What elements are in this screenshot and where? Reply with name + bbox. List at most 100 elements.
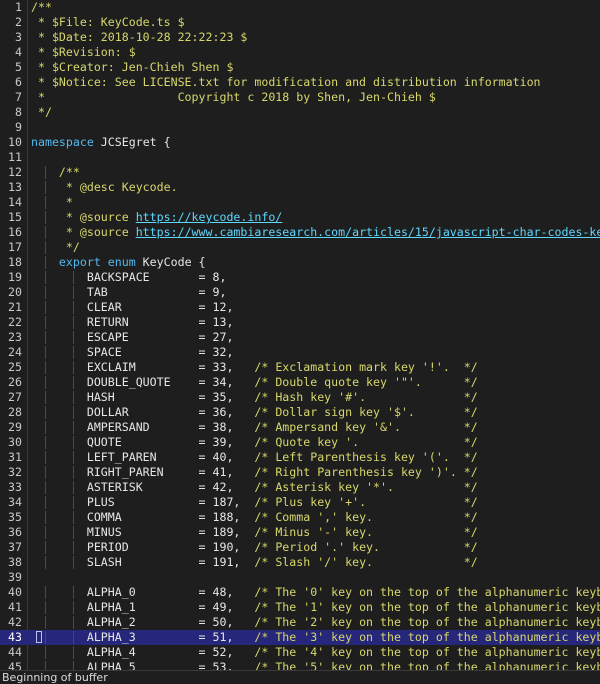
code-line[interactable]: 5 * $Creator: Jen-Chieh Shen $ bbox=[0, 60, 600, 75]
line-number: 14 bbox=[8, 195, 22, 209]
code-line[interactable]: 38 SLASH = 191, /* Slash '/' key. */ bbox=[0, 555, 600, 570]
code-line[interactable]: 23 ESCAPE = 27, bbox=[0, 330, 600, 345]
code-text: * $Revision: $ bbox=[31, 45, 136, 60]
code-comment: /* Exclamation mark key '!'. */ bbox=[254, 360, 478, 374]
line-number: 25 bbox=[8, 360, 22, 374]
code-line[interactable]: 42 ALPHA_2 = 50, /* The '2' key on the t… bbox=[0, 615, 600, 630]
code-comment: /* Ampersand key '&'. */ bbox=[254, 420, 478, 434]
code-comment: * $Date: 2018-10-28 22:22:23 $ bbox=[31, 30, 248, 44]
code-line[interactable]: 43 ALPHA_3 = 51, /* The '3' key on the t… bbox=[0, 630, 600, 645]
code-line[interactable]: 6 * $Notice: See LICENSE.txt for modific… bbox=[0, 75, 600, 90]
code-text: * bbox=[31, 195, 73, 210]
line-number: 33 bbox=[8, 480, 22, 494]
code-line[interactable]: 17 */ bbox=[0, 240, 600, 255]
code-line[interactable]: 26 DOUBLE_QUOTE = 34, /* Double quote ke… bbox=[0, 375, 600, 390]
code-line[interactable]: 1 /** bbox=[0, 0, 600, 15]
code-link[interactable]: https://www.cambiaresearch.com/articles/… bbox=[136, 225, 600, 239]
code-token: QUOTE = 39, bbox=[31, 435, 255, 449]
code-comment: /* The '4' key on the top of the alphanu… bbox=[254, 645, 600, 659]
code-token: RIGHT_PAREN = 41, bbox=[31, 465, 255, 479]
code-line[interactable]: 3 * $Date: 2018-10-28 22:22:23 $ bbox=[0, 30, 600, 45]
code-line[interactable]: 18 export enum KeyCode { bbox=[0, 255, 600, 270]
code-line[interactable]: 4 * $Revision: $ bbox=[0, 45, 600, 60]
code-comment: /* Asterisk key '*'. */ bbox=[254, 480, 478, 494]
code-line[interactable]: 45 ALPHA_5 = 53, /* The '5' key on the t… bbox=[0, 660, 600, 670]
code-text: /** bbox=[31, 165, 80, 180]
code-keyword: namespace bbox=[31, 135, 94, 149]
code-text: ASTERISK = 42, /* Asterisk key '*'. */ bbox=[31, 480, 478, 495]
line-number: 27 bbox=[8, 390, 22, 404]
code-line[interactable]: 36 MINUS = 189, /* Minus '-' key. */ bbox=[0, 525, 600, 540]
code-line[interactable]: 33 ASTERISK = 42, /* Asterisk key '*'. *… bbox=[0, 480, 600, 495]
code-text: SLASH = 191, /* Slash '/' key. */ bbox=[31, 555, 478, 570]
line-number: 19 bbox=[8, 270, 22, 284]
code-text: * @desc Keycode. bbox=[31, 180, 178, 195]
code-line[interactable]: 21 CLEAR = 12, bbox=[0, 300, 600, 315]
code-line[interactable]: 27 HASH = 35, /* Hash key '#'. */ bbox=[0, 390, 600, 405]
line-number: 16 bbox=[8, 225, 22, 239]
code-text: RIGHT_PAREN = 41, /* Right Parenthesis k… bbox=[31, 465, 478, 480]
code-line[interactable]: 8 */ bbox=[0, 105, 600, 120]
code-line[interactable]: 40 ALPHA_0 = 48, /* The '0' key on the t… bbox=[0, 585, 600, 600]
code-line[interactable]: 16 * @source https://www.cambiaresearch.… bbox=[0, 225, 600, 240]
line-number: 10 bbox=[8, 135, 22, 149]
line-number: 43 bbox=[8, 630, 22, 644]
code-token: ASTERISK = 42, bbox=[31, 480, 255, 494]
code-token: ALPHA_1 = 49, bbox=[31, 600, 255, 614]
code-line[interactable]: 25 EXCLAIM = 33, /* Exclamation mark key… bbox=[0, 360, 600, 375]
code-comment: /* Hash key '#'. */ bbox=[254, 390, 478, 404]
code-comment: * bbox=[31, 195, 73, 209]
line-number: 5 bbox=[15, 60, 22, 74]
code-line[interactable]: 31 LEFT_PAREN = 40, /* Left Parenthesis … bbox=[0, 450, 600, 465]
code-line[interactable]: 29 AMPERSAND = 38, /* Ampersand key '&'.… bbox=[0, 420, 600, 435]
code-text: RETURN = 13, bbox=[31, 315, 234, 330]
code-line[interactable]: 22 RETURN = 13, bbox=[0, 315, 600, 330]
code-line[interactable]: 35 COMMA = 188, /* Comma ',' key. */ bbox=[0, 510, 600, 525]
code-text: CLEAR = 12, bbox=[31, 300, 234, 315]
line-number: 32 bbox=[8, 465, 22, 479]
code-line[interactable]: 7 * Copyright c 2018 by Shen, Jen-Chieh … bbox=[0, 90, 600, 105]
code-text: COMMA = 188, /* Comma ',' key. */ bbox=[31, 510, 478, 525]
code-editor[interactable]: 1/** 2 * $File: KeyCode.ts $3 * $Date: 20… bbox=[0, 0, 600, 670]
code-token: JCSEgret { bbox=[93, 135, 171, 149]
code-text: namespace JCSEgret { bbox=[31, 135, 171, 150]
code-line[interactable]: 2 * $File: KeyCode.ts $ bbox=[0, 15, 600, 30]
code-line[interactable]: 12 /** bbox=[0, 165, 600, 180]
code-comment: * $Creator: Jen-Chieh Shen $ bbox=[31, 60, 234, 74]
code-line[interactable]: 44 ALPHA_4 = 52, /* The '4' key on the t… bbox=[0, 645, 600, 660]
line-number: 3 bbox=[15, 30, 22, 44]
code-text: ALPHA_4 = 52, /* The '4' key on the top … bbox=[31, 645, 600, 660]
code-token: PLUS = 187, bbox=[31, 495, 255, 509]
line-number: 13 bbox=[8, 180, 22, 194]
code-text: */ bbox=[31, 240, 80, 255]
code-line[interactable]: 10 namespace JCSEgret { bbox=[0, 135, 600, 150]
line-number: 29 bbox=[8, 420, 22, 434]
code-token: DOUBLE_QUOTE = 34, bbox=[31, 375, 255, 389]
code-line[interactable]: 34 PLUS = 187, /* Plus key '+'. */ bbox=[0, 495, 600, 510]
code-text: EXCLAIM = 33, /* Exclamation mark key '!… bbox=[31, 360, 478, 375]
line-number: 41 bbox=[8, 600, 22, 614]
code-token: ALPHA_0 = 48, bbox=[31, 585, 255, 599]
code-line[interactable]: 11 bbox=[0, 150, 600, 165]
code-text: PLUS = 187, /* Plus key '+'. */ bbox=[31, 495, 478, 510]
code-line[interactable]: 9 bbox=[0, 120, 600, 135]
code-line[interactable]: 24 SPACE = 32, bbox=[0, 345, 600, 360]
code-line[interactable]: 28 DOLLAR = 36, /* Dollar sign key '$'. … bbox=[0, 405, 600, 420]
code-line[interactable]: 15 * @source https://keycode.info/ bbox=[0, 210, 600, 225]
line-number: 40 bbox=[8, 585, 22, 599]
code-line[interactable]: 19 BACKSPACE = 8, bbox=[0, 270, 600, 285]
code-line[interactable]: 20 TAB = 9, bbox=[0, 285, 600, 300]
code-line[interactable]: 41 ALPHA_1 = 49, /* The '1' key on the t… bbox=[0, 600, 600, 615]
code-line[interactable]: 39 bbox=[0, 570, 600, 585]
code-line[interactable]: 37 PERIOD = 190, /* Period '.' key. */ bbox=[0, 540, 600, 555]
code-text: * $Creator: Jen-Chieh Shen $ bbox=[31, 60, 233, 75]
code-line[interactable]: 13 * @desc Keycode. bbox=[0, 180, 600, 195]
code-comment: /* Right Parenthesis key ')'. */ bbox=[254, 465, 478, 479]
code-comment: * @source bbox=[31, 225, 136, 239]
code-text: * $File: KeyCode.ts $ bbox=[31, 15, 185, 30]
code-comment: /* Minus '-' key. */ bbox=[254, 525, 478, 539]
code-line[interactable]: 14 * bbox=[0, 195, 600, 210]
code-line[interactable]: 30 QUOTE = 39, /* Quote key '. */ bbox=[0, 435, 600, 450]
code-link[interactable]: https://keycode.info/ bbox=[136, 210, 283, 224]
code-line[interactable]: 32 RIGHT_PAREN = 41, /* Right Parenthesi… bbox=[0, 465, 600, 480]
